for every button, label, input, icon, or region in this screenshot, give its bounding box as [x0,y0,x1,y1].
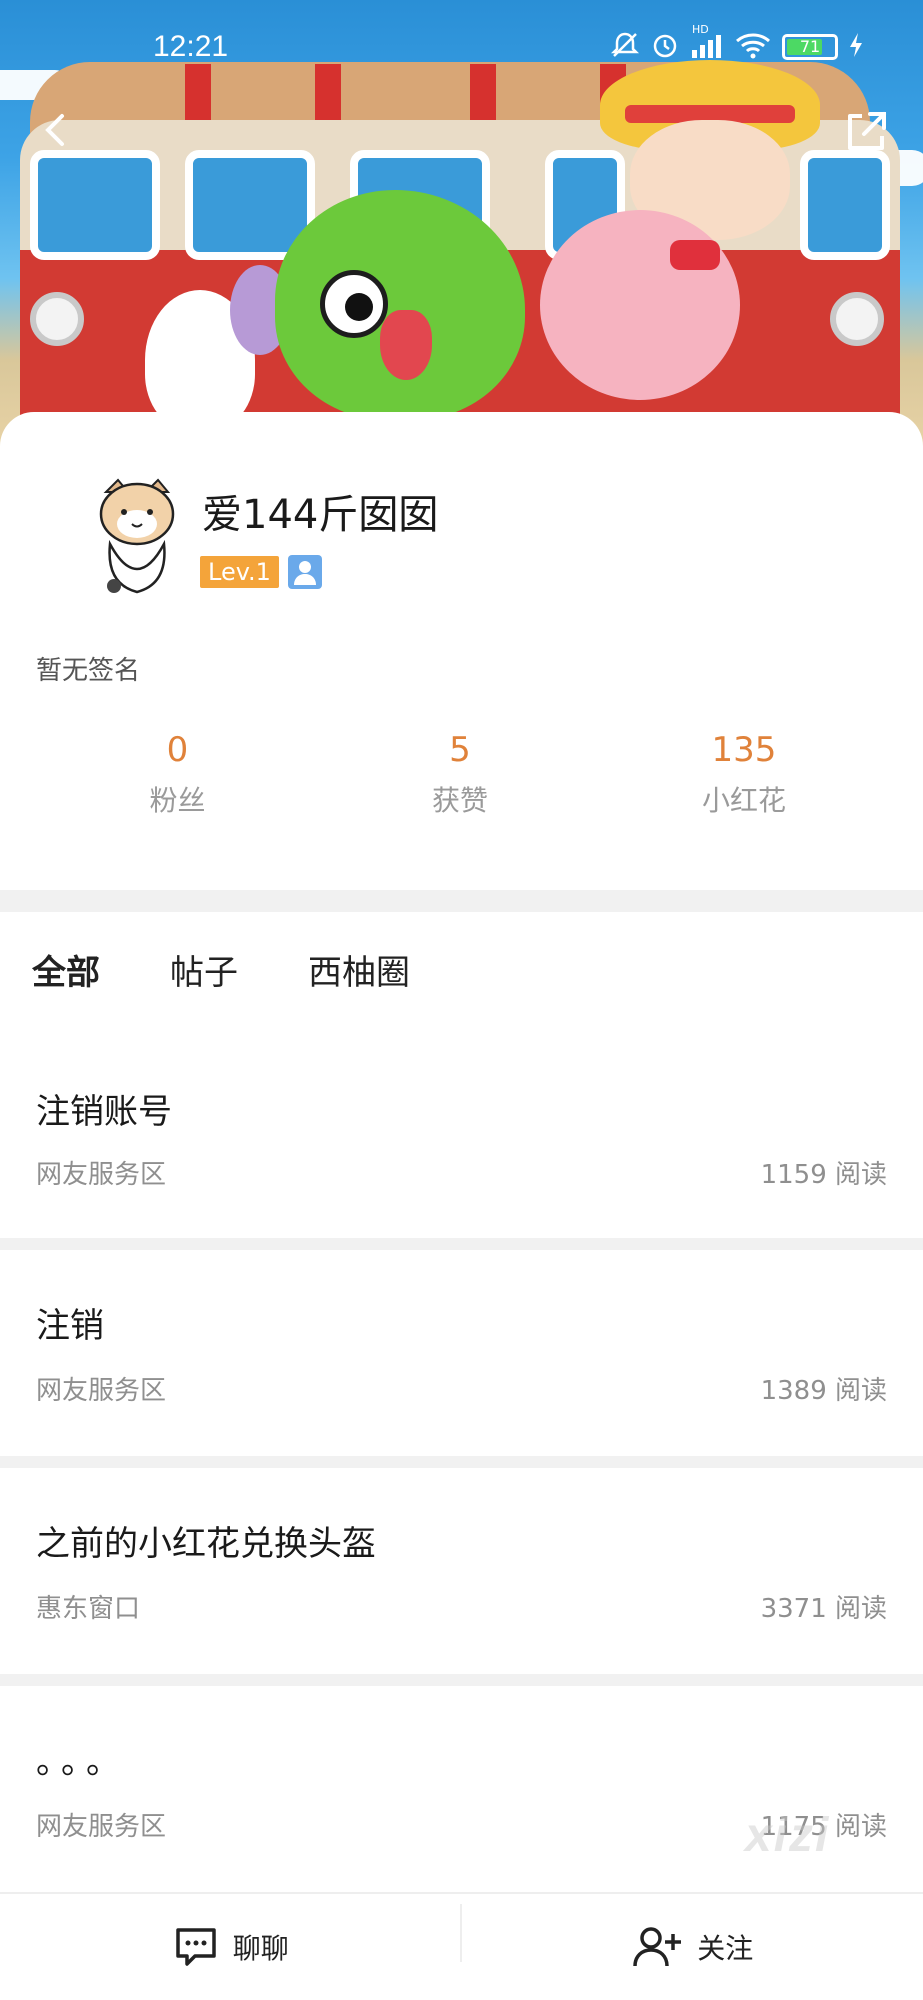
post-forum: 网友服务区 [36,1160,167,1190]
wifi-icon [734,30,772,64]
content-tabs: 全部 帖子 西柚圈 [32,945,410,994]
list-item[interactable]: 之前的小红花兑换头盔 惠东窗口 3371 阅读 [0,1468,923,1674]
tab-xiyou-circle[interactable]: 西柚圈 [308,945,410,994]
back-button[interactable] [36,110,76,150]
avatar[interactable] [96,478,178,596]
post-forum: 惠东窗口 [36,1594,141,1624]
post-title: 。。。 [36,1742,128,1782]
follow-label: 关注 [697,1932,754,1965]
tab-posts[interactable]: 帖子 [170,945,238,994]
bottom-bar-divider [460,1904,462,1962]
level-badge: Lev.1 [200,556,279,588]
shiba-dog-icon [99,478,175,594]
charging-icon [848,31,864,63]
post-read-count: 3371 阅读 [760,1594,887,1624]
tab-all[interactable]: 全部 [32,945,100,994]
bottom-action-bar: 聊聊 关注 [0,1892,923,2000]
post-title: 注销账号 [36,1092,172,1132]
stat-label: 小红花 [701,783,786,817]
mute-bell-icon [610,30,640,64]
stat-label: 获赞 [431,783,488,817]
status-icons: HD 71 [610,24,864,64]
chat-label: 聊聊 [232,1932,289,1965]
profile-banner: 12:21 HD 71 [0,0,923,450]
stat-fans[interactable]: 0 粉丝 [0,730,355,819]
share-button[interactable] [842,108,890,156]
section-divider [0,890,923,912]
headlight [830,292,884,346]
post-read-count: 1159 阅读 [760,1160,887,1190]
battery-level: 71 [799,37,821,56]
stat-value: 135 [711,730,777,770]
battery-indicator: 71 [782,34,838,60]
watermark: xizi [745,1809,831,1862]
post-forum: 网友服务区 [36,1812,167,1842]
van-window [30,150,160,260]
status-time: 12:21 [153,30,229,63]
follow-button[interactable]: 关注 [462,1894,923,2000]
headlight [30,292,84,346]
share-icon [848,112,886,150]
stat-value: 5 [449,730,471,770]
stat-value: 0 [166,730,189,770]
pink-character [540,210,740,400]
post-divider [0,1238,923,1250]
post-read-count: 1389 阅读 [760,1376,887,1406]
add-user-icon [633,1927,682,1967]
post-forum: 网友服务区 [36,1376,167,1406]
stat-label: 粉丝 [149,783,206,817]
chat-button[interactable]: 聊聊 [0,1894,462,2000]
username: 爱144斤囡囡 [202,492,439,538]
post-title: 之前的小红花兑换头盔 [36,1524,376,1564]
user-verified-icon [288,555,322,589]
chat-bubble-icon [175,1928,216,1966]
signal-icon: HD [690,24,724,64]
stat-flowers[interactable]: 135 小红花 [565,730,923,819]
list-item[interactable]: 注销 网友服务区 1389 阅读 [0,1250,923,1456]
list-item[interactable]: 注销账号 网友服务区 1159 阅读 [0,1040,923,1238]
van-window [800,150,890,260]
post-divider [0,1456,923,1468]
chevron-left-icon [45,114,64,146]
signature: 暂无签名 [36,656,141,686]
alarm-icon [650,30,680,64]
post-title: 注销 [36,1306,104,1346]
post-divider [0,1674,923,1686]
hd-label: HD [692,23,709,36]
stats-row: 0 粉丝 5 获赞 135 小红花 [0,730,923,819]
stat-likes[interactable]: 5 获赞 [355,730,565,819]
